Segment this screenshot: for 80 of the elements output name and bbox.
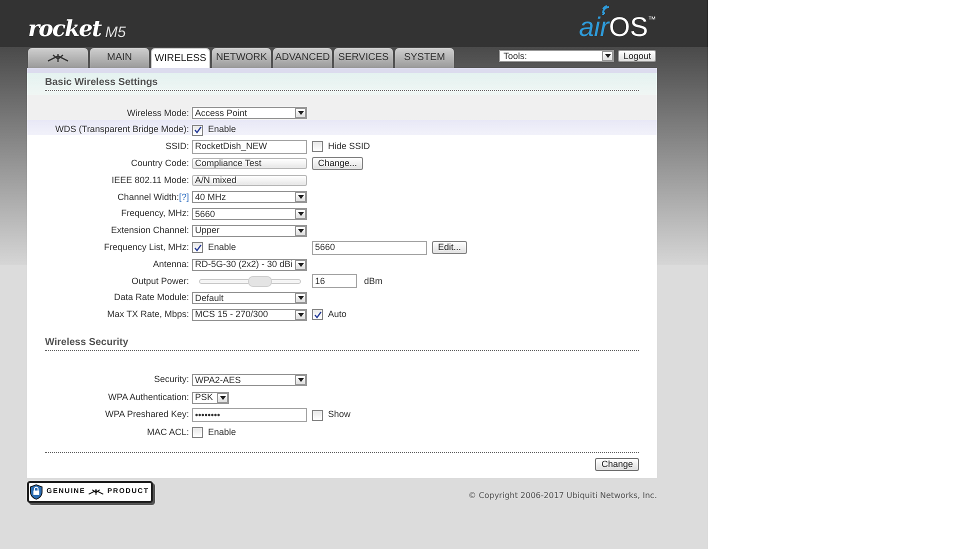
dropdown[interactable]: 40 MHz bbox=[192, 191, 307, 204]
field-label: Wireless Mode: bbox=[126, 106, 189, 120]
checkbox[interactable] bbox=[192, 427, 203, 438]
dish-icon bbox=[47, 54, 69, 62]
input-field[interactable]: RocketDish_NEW bbox=[192, 140, 307, 154]
checkbox-label: Auto bbox=[328, 308, 347, 322]
dropdown-arrow-icon bbox=[295, 226, 306, 236]
checkbox[interactable] bbox=[312, 309, 323, 320]
field-label: Max TX Rate, Mbps: bbox=[107, 308, 189, 322]
dropdown-arrow-icon bbox=[295, 260, 306, 270]
field-label: IEEE 802.11 Mode: bbox=[112, 174, 189, 187]
field-label: Extension Channel: bbox=[110, 224, 189, 238]
trademark-text: ™ bbox=[648, 14, 656, 26]
field-label: Output Power: bbox=[131, 274, 189, 288]
home-tab[interactable] bbox=[28, 48, 88, 68]
checkbox-label: Enable bbox=[208, 426, 236, 439]
dropdown[interactable]: 5660 bbox=[192, 208, 307, 220]
dropdown-arrow-icon bbox=[295, 192, 306, 202]
dropdown-arrow-icon bbox=[295, 375, 306, 386]
input-field[interactable]: 16 bbox=[312, 274, 357, 288]
dropdown-arrow-icon bbox=[295, 209, 306, 220]
checkbox[interactable] bbox=[312, 141, 323, 152]
readonly-field: A/N mixed bbox=[192, 175, 307, 186]
nav-tab[interactable]: ADVANCED bbox=[273, 48, 332, 68]
nav-tab[interactable]: WIRELESS bbox=[151, 48, 210, 68]
tools-dropdown[interactable]: Tools: bbox=[499, 50, 614, 62]
input-field[interactable]: •••••••• bbox=[192, 408, 307, 422]
dropdown[interactable]: Access Point bbox=[192, 107, 307, 120]
unit-label: dBm bbox=[364, 274, 383, 288]
brand-os-text: OS bbox=[608, 14, 648, 41]
dropdown[interactable]: RD-5G-30 (2x2) - 30 dBi bbox=[192, 258, 307, 271]
action-button[interactable]: Change... bbox=[312, 157, 364, 170]
checkbox[interactable] bbox=[192, 124, 203, 136]
checkbox-label: Enable bbox=[208, 123, 236, 136]
slider-track[interactable] bbox=[198, 278, 300, 284]
field-label: WPA Preshared Key: bbox=[105, 408, 189, 422]
copyright-text: © Copyright 2006-2017 Ubiquiti Networks, Inc. bbox=[468, 490, 657, 502]
section-title: Wireless Security bbox=[45, 337, 639, 352]
field-label: Frequency, MHz: bbox=[121, 207, 189, 220]
dropdown[interactable]: MCS 15 - 270/300 bbox=[192, 308, 307, 321]
dish-icon bbox=[88, 488, 104, 496]
logo-text: rocket bbox=[28, 18, 102, 40]
dropdown-arrow-icon bbox=[295, 293, 306, 304]
field-label: Channel Width: bbox=[117, 190, 179, 204]
checkbox[interactable] bbox=[312, 410, 323, 421]
checkbox-label: Hide SSID bbox=[328, 140, 370, 154]
field-label: Country Code: bbox=[130, 157, 189, 170]
section-title: Basic Wireless Settings bbox=[45, 77, 639, 91]
readonly-field: Compliance Test bbox=[192, 158, 307, 170]
field-label: Data Rate Module: bbox=[114, 291, 189, 304]
model-text: M5 bbox=[105, 25, 126, 40]
field-label: MAC ACL: bbox=[146, 426, 189, 439]
field-label: Antenna: bbox=[152, 258, 189, 271]
action-button[interactable]: Edit... bbox=[432, 241, 468, 254]
dropdown-arrow-icon bbox=[602, 51, 614, 61]
help-link[interactable]: [?] bbox=[178, 190, 189, 204]
nav-tab[interactable]: MAIN bbox=[90, 48, 149, 68]
brand-text: air bbox=[578, 14, 609, 41]
nav-tab[interactable]: NETWORK bbox=[212, 48, 271, 68]
dropdown[interactable]: PSK bbox=[192, 392, 229, 404]
field-label: SSID: bbox=[165, 140, 189, 154]
nav-tab[interactable]: SERVICES bbox=[334, 48, 393, 68]
dropdown-arrow-icon bbox=[295, 310, 306, 320]
checkbox-label: Enable bbox=[208, 241, 236, 254]
change-button[interactable]: Change bbox=[595, 458, 639, 471]
dropdown[interactable]: Upper bbox=[192, 224, 307, 237]
field-label: Frequency List, MHz: bbox=[104, 241, 189, 254]
field-label: Security: bbox=[154, 373, 189, 386]
dropdown-arrow-icon bbox=[217, 392, 228, 403]
dropdown[interactable]: WPA2-AES bbox=[192, 374, 307, 386]
input-field[interactable]: 5660 bbox=[312, 240, 427, 255]
field-label: WDS (Transparent Bridge Mode): bbox=[55, 123, 189, 136]
checkbox-label: Show bbox=[328, 408, 351, 422]
dropdown-arrow-icon bbox=[295, 108, 306, 118]
checkbox[interactable] bbox=[192, 242, 203, 254]
field-label: WPA Authentication: bbox=[108, 390, 189, 404]
slider-thumb[interactable] bbox=[248, 276, 272, 287]
nav-tab[interactable]: SYSTEM bbox=[395, 48, 454, 68]
dropdown[interactable]: Default bbox=[192, 292, 307, 304]
logout-button[interactable]: Logout bbox=[618, 50, 656, 62]
